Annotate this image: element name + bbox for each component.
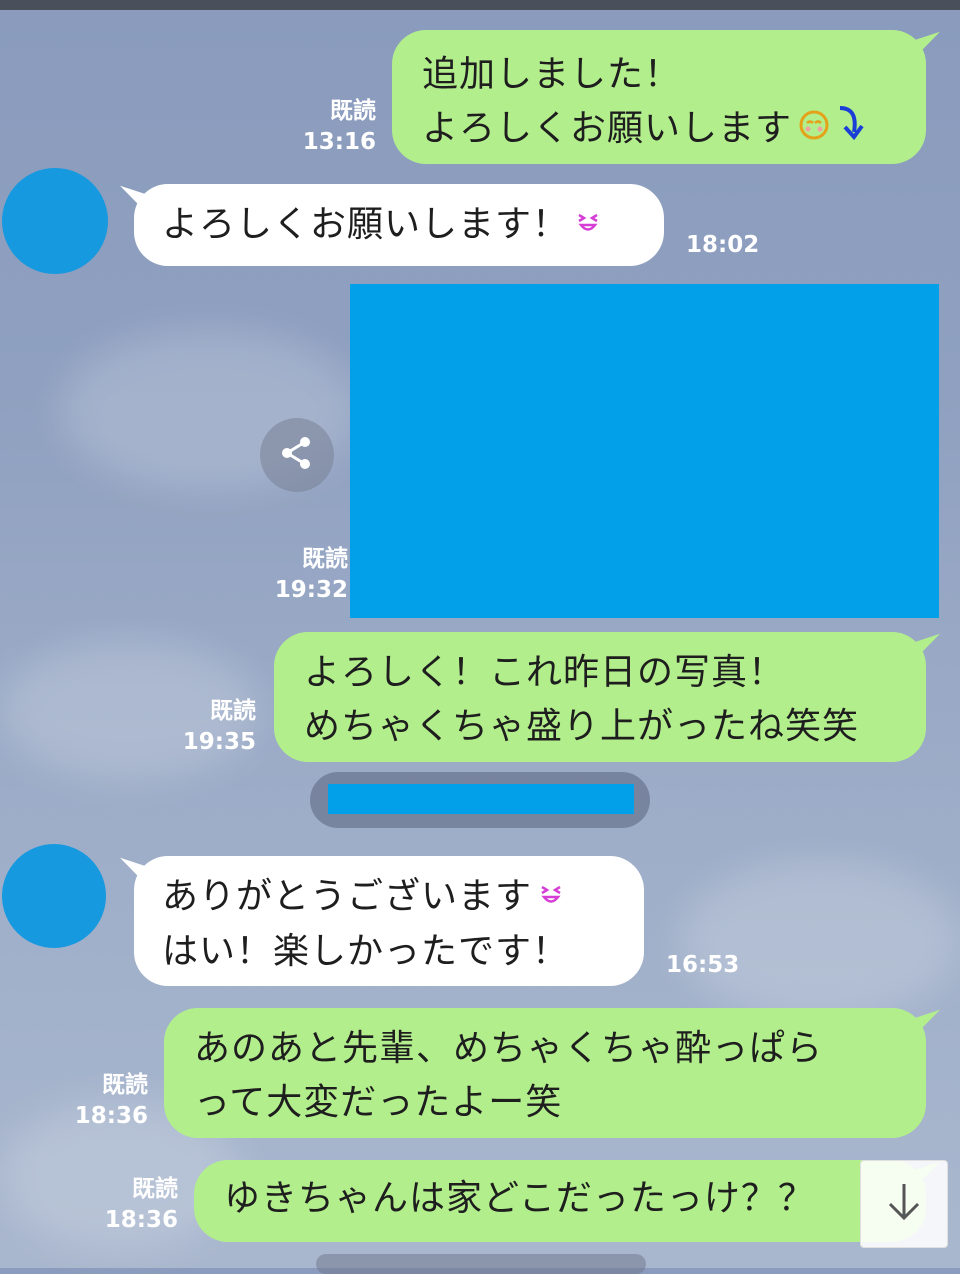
message-line: めちゃくちゃ盛り上がったね笑笑 [304,706,860,747]
read-status: 既読 [102,1072,148,1098]
message-meta: 既読 18:36 [62,1070,148,1132]
message-time: 18:36 [104,1207,178,1233]
incoming-message[interactable]: ありがとうございます はい！楽しかったです！ [134,856,644,986]
happy-face-icon [573,199,603,253]
scroll-to-bottom-button[interactable] [860,1160,948,1248]
message-time: 13:16 [302,129,376,155]
message-meta: 既読 13:16 [290,96,376,158]
happy-face-icon [536,871,566,925]
message-time: 18:02 [686,232,760,258]
message-line: 追加しました！ [422,54,682,95]
message-line: よろしくお願いします [422,108,793,149]
message-meta: 既読 19:35 [170,696,256,758]
curved-arrow-icon [836,102,866,158]
message-line: よろしくお願いします！ [162,204,570,245]
outgoing-message[interactable]: よろしく！これ昨日の写真！ めちゃくちゃ盛り上がったね笑笑 [274,632,926,762]
outgoing-message[interactable]: 追加しました！ よろしくお願いします [392,30,926,164]
blushing-face-icon [796,103,832,157]
read-status: 既読 [132,1176,178,1202]
date-redaction [328,784,634,814]
date-separator [310,772,650,828]
message-line: ありがとうございます [162,876,533,917]
message-line: って大変だったよー笑 [194,1082,563,1123]
message-meta: 18:02 [686,230,776,261]
message-time: 19:35 [182,729,256,755]
arrow-down-icon [884,1180,924,1228]
message-time: 16:53 [666,952,740,978]
read-status: 既読 [210,698,256,724]
shared-photo-redacted[interactable] [350,284,939,618]
background-cloud [680,860,960,1020]
read-status: 既読 [330,98,376,124]
message-time: 19:32 [274,577,348,603]
message-line: あのあと先輩、めちゃくちゃ酔っぱら [194,1028,824,1069]
share-icon [277,433,317,477]
message-meta: 16:53 [666,950,756,981]
message-time: 18:36 [74,1103,148,1129]
outgoing-message[interactable]: ゆきちゃんは家どこだったっけ？？ [194,1160,926,1242]
status-bar [0,0,960,10]
share-button[interactable] [260,418,334,492]
incoming-message[interactable]: よろしくお願いします！ [134,184,664,266]
avatar[interactable] [2,844,106,948]
message-line: はい！楽しかったです！ [162,931,570,972]
partial-message-edge [316,1254,646,1274]
message-meta: 既読 19:32 [262,544,348,606]
read-status: 既読 [302,546,348,572]
message-line: よろしく！これ昨日の写真！ [304,652,786,693]
avatar[interactable] [2,168,108,274]
message-meta: 既読 18:36 [92,1174,178,1236]
outgoing-message[interactable]: あのあと先輩、めちゃくちゃ酔っぱら って大変だったよー笑 [164,1008,926,1138]
message-line: ゆきちゃんは家どこだったっけ？？ [224,1178,815,1219]
